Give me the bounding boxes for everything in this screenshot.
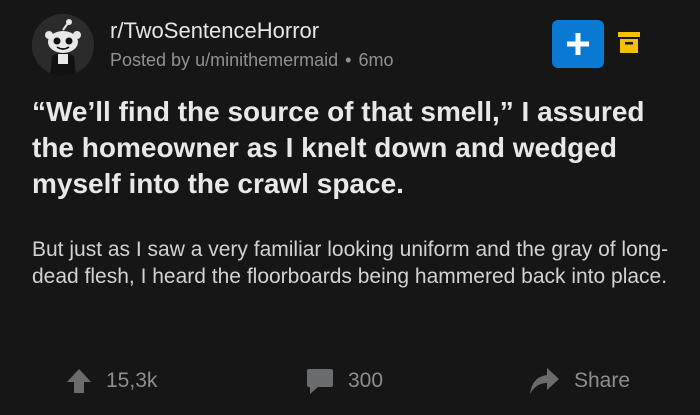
archive-icon <box>617 30 641 54</box>
meta-separator: • <box>345 50 352 70</box>
posted-by-label: Posted by <box>110 50 191 70</box>
upvote-button[interactable]: 15,3k <box>66 364 157 398</box>
author-link[interactable]: u/minithemermaid <box>195 50 338 70</box>
subreddit-name[interactable]: r/TwoSentenceHorror <box>110 18 319 44</box>
comments-button[interactable]: 300 <box>306 364 383 398</box>
comment-bubble-icon <box>307 369 333 394</box>
plus-icon <box>567 33 589 55</box>
post-age: 6mo <box>358 50 394 70</box>
share-label: Share <box>574 369 631 392</box>
post-body: But just as I saw a very familiar lookin… <box>32 238 669 288</box>
upvote-count: 15,3k <box>106 369 158 392</box>
post-meta: Posted by u/minithemermaid • 6mo <box>110 50 394 71</box>
upvote-arrow-icon <box>67 369 91 393</box>
comment-count: 300 <box>348 369 384 392</box>
join-subreddit-button[interactable] <box>552 20 604 68</box>
post-card: r/TwoSentenceHorror Posted by u/minithem… <box>0 0 700 415</box>
post-title: “We’ll find the source of that smell,” I… <box>32 96 645 199</box>
share-arrow-icon <box>530 368 559 394</box>
share-button[interactable]: Share <box>528 364 630 398</box>
subreddit-avatar-icon <box>32 14 94 76</box>
subreddit-avatar[interactable] <box>32 14 94 76</box>
